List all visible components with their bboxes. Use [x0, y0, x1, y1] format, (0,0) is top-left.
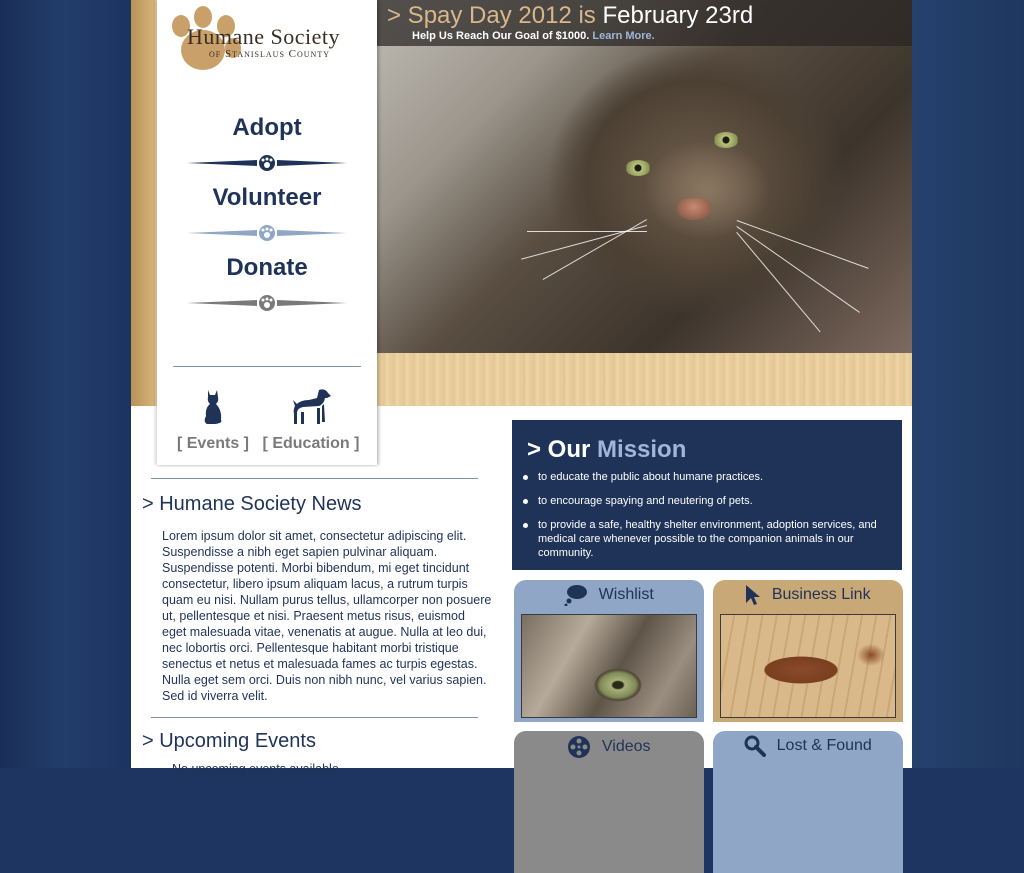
- logo-subtitle: of Stanislaus County: [209, 48, 330, 60]
- events-link-label: [ Events ]: [176, 435, 249, 452]
- thought-bubble-icon: [564, 585, 588, 606]
- page-background-right: [912, 0, 1024, 768]
- lost-found-tile-header: Lost & Found: [713, 735, 903, 763]
- wishlist-tile-label: Wishlist: [598, 586, 654, 603]
- announcement-date: February 23rd: [602, 2, 754, 29]
- business-link-tile-label: Business Link: [771, 586, 871, 603]
- education-link-label: [ Education ]: [262, 435, 360, 452]
- page-container: > Spay Day 2012 is February 23rd Help Us…: [131, 0, 912, 873]
- nav-divider: [173, 366, 361, 367]
- announcement-subtitle: Help Us Reach Our Goal of $1000. Learn M…: [412, 30, 655, 42]
- lost-found-tile[interactable]: Lost & Found: [713, 731, 903, 873]
- news-divider: [151, 478, 478, 479]
- film-reel-icon: [568, 736, 591, 758]
- videos-tile-header: Videos: [514, 735, 704, 763]
- wood-edge: [131, 0, 155, 406]
- mission-item: to encourage spaying and neutering of pe…: [512, 494, 892, 508]
- paw-divider-icon: [187, 155, 347, 171]
- cat-icon: [204, 390, 222, 424]
- business-link-tile[interactable]: Business Link: [713, 580, 903, 722]
- videos-tile[interactable]: Videos: [514, 731, 704, 873]
- announcement-prefix: > Spay Day 2012 is: [387, 2, 603, 29]
- news-heading: > Humane Society News: [142, 493, 362, 515]
- events-link[interactable]: [ Events ]: [163, 386, 263, 453]
- events-divider: [151, 717, 478, 718]
- nav-volunteer[interactable]: Volunteer: [157, 184, 377, 212]
- mission-item: to educate the public about humane pract…: [512, 470, 892, 484]
- videos-tile-label: Videos: [601, 738, 651, 755]
- site-logo[interactable]: Humane Society of Stanislaus County: [163, 4, 375, 78]
- left-nav-panel: Humane Society of Stanislaus County Adop…: [157, 0, 377, 465]
- dog-icon: [293, 389, 331, 424]
- business-link-tile-header: Business Link: [713, 584, 903, 612]
- mission-heading-accent: Mission: [597, 436, 687, 463]
- education-link[interactable]: [ Education ]: [261, 386, 361, 453]
- news-body: Lorem ipsum dolor sit amet, consectetur …: [162, 529, 492, 703]
- magnifier-icon: [744, 735, 767, 757]
- wishlist-tile[interactable]: Wishlist: [514, 580, 704, 722]
- learn-more-link[interactable]: Learn More.: [592, 30, 654, 42]
- logo-title: Humane Society: [187, 24, 341, 49]
- whisker: [736, 220, 869, 269]
- whisker: [736, 226, 860, 313]
- mission-heading-prefix: > Our: [527, 436, 598, 463]
- cat-eye-right: [713, 132, 739, 148]
- paw-divider-icon: [187, 225, 347, 241]
- nav-donate[interactable]: Donate: [157, 254, 377, 282]
- wishlist-image: [521, 614, 697, 718]
- announcement-bar: > Spay Day 2012 is February 23rd Help Us…: [377, 0, 912, 46]
- mission-item: to provide a safe, healthy shelter envir…: [512, 518, 892, 560]
- business-link-image: [720, 614, 896, 718]
- mission-heading: > Our Mission: [527, 436, 686, 464]
- events-heading: > Upcoming Events: [142, 730, 316, 752]
- wishlist-tile-header: Wishlist: [514, 584, 704, 612]
- lost-found-tile-label: Lost & Found: [776, 737, 872, 754]
- paw-divider-icon: [187, 295, 347, 311]
- nav-adopt[interactable]: Adopt: [157, 114, 377, 142]
- mission-panel: > Our Mission to educate the public abou…: [512, 420, 902, 570]
- announcement-title: > Spay Day 2012 is February 23rd: [387, 2, 753, 30]
- events-first-line: No upcoming events available: [172, 762, 339, 776]
- whisker: [527, 231, 647, 232]
- cat-eye-left: [625, 160, 651, 176]
- cat-nose: [677, 198, 711, 220]
- mission-list: to educate the public about humane pract…: [512, 470, 892, 570]
- cursor-icon: [746, 585, 761, 605]
- hero-banner-image[interactable]: > Spay Day 2012 is February 23rd Help Us…: [377, 0, 912, 353]
- page-background-left: [0, 0, 131, 768]
- announcement-goal-text: Help Us Reach Our Goal of $1000.: [412, 30, 590, 42]
